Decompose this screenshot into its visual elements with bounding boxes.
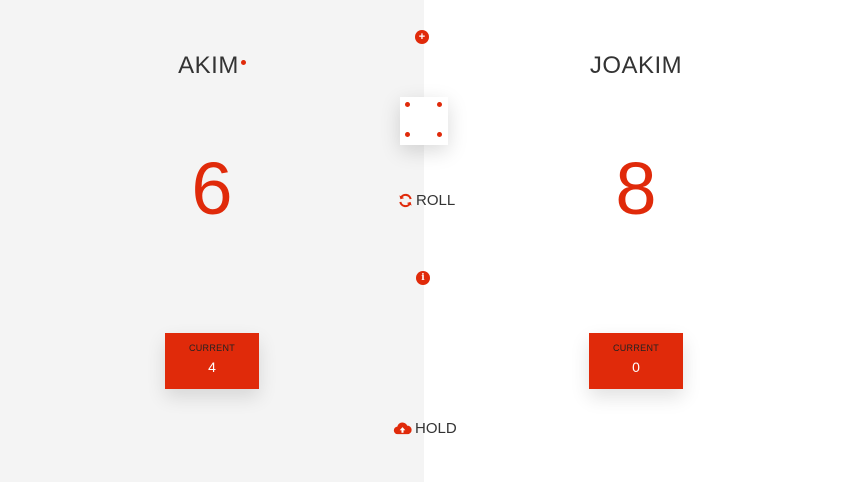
player-1-score: 6 bbox=[191, 147, 233, 230]
dice-pip bbox=[437, 132, 442, 137]
player-1-name: AKIM bbox=[178, 52, 239, 79]
cloud-upload-icon bbox=[393, 422, 412, 435]
roll-label: ROLL bbox=[416, 192, 456, 209]
info-icon[interactable]: i bbox=[416, 271, 430, 285]
hold-button[interactable]: HOLD bbox=[393, 420, 457, 437]
player-1-current-label: CURRENT bbox=[188, 343, 236, 353]
new-game-plus-icon[interactable]: + bbox=[415, 30, 429, 44]
roll-button[interactable]: ROLL bbox=[398, 192, 455, 209]
player-1-current-value: 4 bbox=[208, 359, 216, 375]
player-2-current-box: CURRENT 0 bbox=[589, 333, 683, 389]
player-2-name-row: JOAKIM bbox=[424, 52, 848, 80]
refresh-icon bbox=[399, 193, 412, 208]
dice bbox=[400, 97, 448, 145]
player-2-current-value: 0 bbox=[632, 359, 640, 375]
dice-pip bbox=[405, 132, 410, 137]
player-1-panel: AKIM 6 CURRENT 4 bbox=[0, 0, 424, 482]
dice-pip bbox=[405, 102, 410, 107]
player-2-name: JOAKIM bbox=[589, 52, 683, 79]
player-2-panel: JOAKIM 8 CURRENT 0 bbox=[424, 0, 848, 482]
dice-pip bbox=[437, 102, 442, 107]
player-2-current-label: CURRENT bbox=[612, 343, 660, 353]
player-1-name-row: AKIM bbox=[0, 52, 424, 80]
player-1-current-box: CURRENT 4 bbox=[165, 333, 259, 389]
player-2-score: 8 bbox=[615, 147, 657, 230]
hold-label: HOLD bbox=[415, 420, 457, 437]
active-player-dot-icon bbox=[240, 60, 246, 66]
